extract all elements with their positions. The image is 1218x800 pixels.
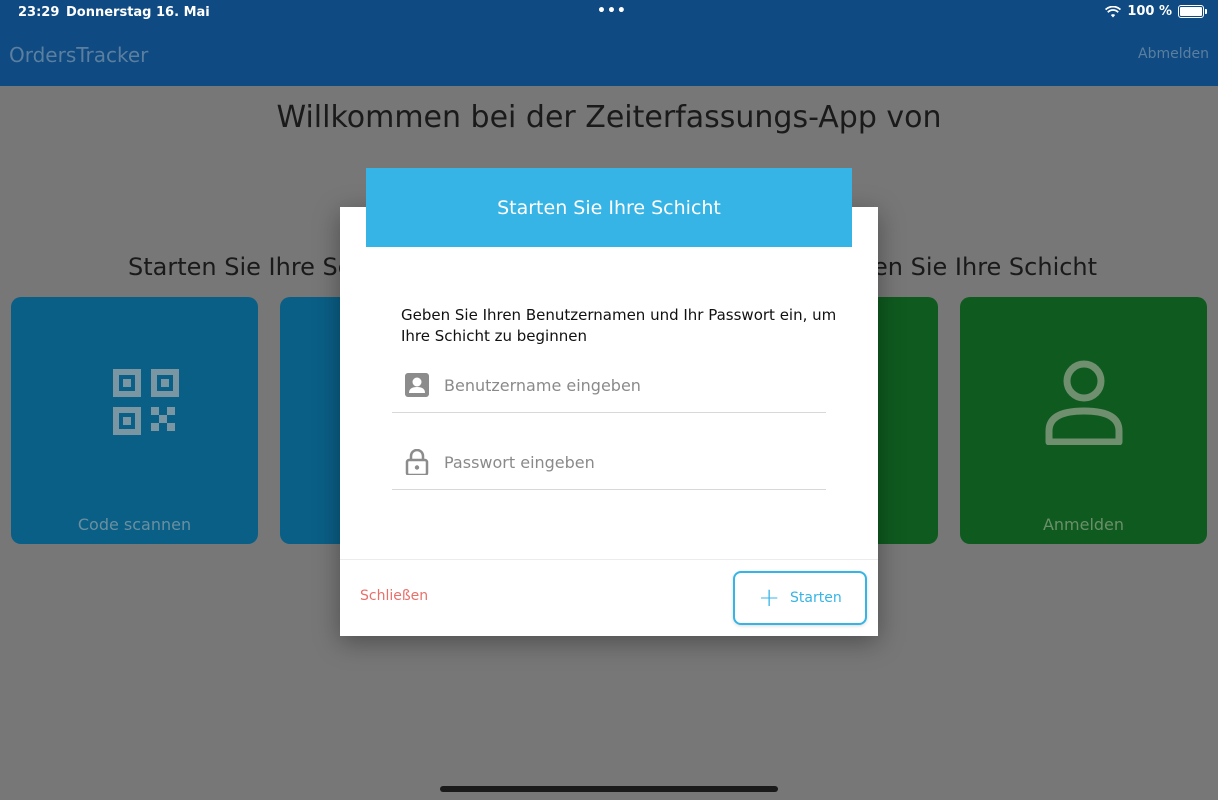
- status-date: Donnerstag 16. Mai: [66, 5, 210, 20]
- logout-button[interactable]: Abmelden: [1138, 46, 1209, 62]
- close-button[interactable]: Schließen: [360, 588, 428, 604]
- welcome-heading: Willkommen bei der Zeiterfassungs-App vo…: [276, 100, 942, 135]
- scan-code-label: Code scannen: [77, 515, 192, 534]
- account-box-icon: [405, 373, 429, 397]
- password-input[interactable]: [442, 447, 816, 477]
- username-input[interactable]: [442, 370, 816, 400]
- home-indicator[interactable]: [440, 786, 778, 792]
- qr-code-icon: [113, 369, 179, 435]
- dialog-footer: Schließen + Starten: [340, 559, 878, 636]
- wifi-icon: [1105, 5, 1122, 17]
- plus-icon: +: [758, 583, 781, 613]
- password-field[interactable]: [392, 437, 826, 490]
- battery-icon: [1178, 5, 1207, 18]
- start-shift-dialog: Geben Sie Ihren Benutzernamen und Ihr Pa…: [340, 207, 878, 636]
- battery-percent: 100 %: [1127, 4, 1172, 19]
- section-title-right: en Sie Ihre Schicht: [873, 253, 1098, 281]
- scan-code-tile[interactable]: Code scannen: [11, 297, 258, 544]
- dialog-title: Starten Sie Ihre Schicht: [366, 168, 852, 247]
- person-icon: [1045, 360, 1123, 445]
- login-label: Anmelden: [1042, 515, 1125, 534]
- status-time: 23:29: [18, 5, 60, 20]
- username-field[interactable]: [392, 360, 826, 413]
- lock-icon: [405, 449, 429, 475]
- app-bar: OrdersTracker Abmelden: [0, 26, 1218, 86]
- app-title: OrdersTracker: [9, 43, 149, 67]
- status-bar: 23:29 Donnerstag 16. Mai ••• 100 %: [0, 0, 1218, 26]
- start-button[interactable]: + Starten: [733, 571, 867, 625]
- status-right: 100 %: [1105, 4, 1207, 19]
- dialog-instruction: Geben Sie Ihren Benutzernamen und Ihr Pa…: [401, 306, 837, 345]
- multitasking-dots-icon[interactable]: •••: [597, 3, 627, 19]
- start-button-label: Starten: [790, 590, 842, 606]
- login-tile[interactable]: Anmelden: [960, 297, 1207, 544]
- section-title-left: Starten Sie Ihre Sc: [128, 253, 351, 281]
